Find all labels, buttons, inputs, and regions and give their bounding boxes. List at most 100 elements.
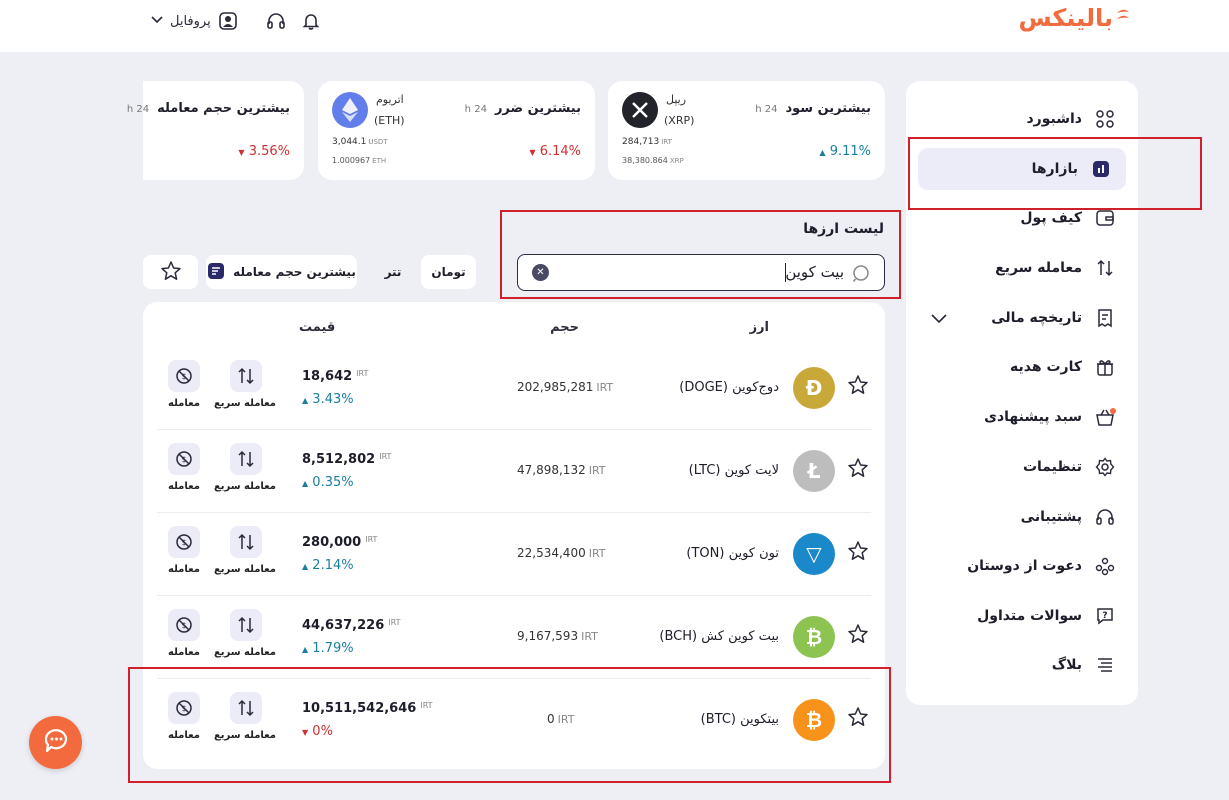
receipt-icon [1094,307,1116,329]
swap-arrows-icon [230,526,262,558]
coin-symbol: (DOGE) [679,380,728,395]
brand-logo[interactable]: بالینکس [1018,4,1113,32]
sidebar-item-label: داشبورد [1026,111,1083,127]
sidebar-item-blog[interactable]: بلاگ [1052,644,1116,686]
svg-text:?: ? [1102,611,1107,621]
star-icon[interactable] [847,540,869,566]
chevron-down-icon [150,12,164,30]
quick-trade-button[interactable]: معامله سریع [214,443,276,492]
card-top-gainer[interactable]: بیشترین سود 24 h ▲ 9.11% ریپل (XRP) 284,7… [608,81,885,180]
quick-trade-label: معامله سریع [213,647,276,658]
sidebar-item-history[interactable]: تاریخچه مالی [991,297,1116,339]
sidebar-item-quick-trade[interactable]: معامله سریع [995,247,1116,289]
coin-change: ▼ 0% [302,724,333,739]
table-row[interactable]: ₿ بیت کوین کش (BCH) 9,167,593 IRT 44,637,… [157,596,871,679]
arrow-up-icon: ▲ [819,148,826,157]
trade-button[interactable]: $ معامله [154,526,214,575]
clear-search-icon[interactable]: ✕ [532,264,549,281]
coin-name-text: تون کوین [728,546,779,561]
swap-arrows-icon [230,692,262,724]
coin-volume-unit: IRT [588,464,606,477]
sort-volume-button[interactable]: بیشترین حجم معامله [206,255,357,289]
sidebar-item-gift-card[interactable]: کارت هدیه [1010,346,1116,388]
sidebar-item-label: بازارها [1031,161,1078,177]
bell-icon[interactable] [300,10,322,32]
star-icon[interactable] [847,623,869,649]
sidebar-item-markets[interactable]: بازارها [918,148,1126,190]
table-row[interactable]: ₿ بیتکوین (BTC) 0 IRT 10,511,542,646 IRT ▼… [157,679,871,762]
card-price-alt-unit: XRP [669,157,684,165]
sidebar-item-wallet[interactable]: کیف پول [1020,197,1116,239]
trade-button[interactable]: $ معامله [154,609,214,658]
sidebar-item-label: تنظیمات [1022,459,1082,475]
sidebar-item-settings[interactable]: تنظیمات [1023,446,1116,488]
coin-volume: 0 IRT [547,712,574,726]
sidebar-item-support[interactable]: پشتیبانی [1021,496,1116,538]
btc-coin-icon: ₿ [793,699,835,741]
quick-trade-button[interactable]: معامله سریع [213,609,276,658]
profile-menu[interactable]: پروفایل [150,10,239,32]
star-icon[interactable] [847,374,869,400]
quick-trade-button[interactable]: معامله سریع [214,360,276,409]
star-icon[interactable] [847,457,869,483]
coin-change-value: 2.14% [312,558,354,573]
no-trade-icon: $ [168,692,200,724]
filter-tether[interactable]: تتر [365,255,421,289]
trade-button[interactable]: $ معامله [154,692,214,741]
card-top-volume[interactable]: بیشترین حجم معامله 24 h ▼ 3.56% [127,81,304,180]
coin-name: تون کوین (TON) [686,546,779,561]
coin-price-value: 280,000 [302,535,362,550]
quick-trade-button[interactable]: معامله سریع [214,526,276,575]
chat-button[interactable] [29,716,82,769]
coin-glyph: ▽ [806,542,822,566]
card-coin-name: ریپل [666,93,687,106]
coin-volume-value: 0 [547,712,555,726]
sidebar-item-dashboard[interactable]: داشبورد [1027,98,1117,140]
card-price-irt: 3,044.1 USDT [332,137,388,147]
search-input[interactable]: بیت کوین ✕ [517,254,885,291]
user-icon [217,10,239,32]
sidebar-item-basket[interactable]: سبد پیشنهادی [984,396,1116,438]
svg-text:$: $ [181,621,186,630]
card-top-loser[interactable]: بیشترین ضرر 24 h ▼ 6.14% اتریوم (ETH) 3,0… [318,81,595,180]
coins-table: ارز حجم قیمت Ð دوج‌کوین (DOGE) 202,985,2… [143,302,885,769]
quick-trade-button[interactable]: معامله سریع [214,692,276,741]
sidebar-item-invite[interactable]: دعوت از دوستان [967,545,1116,587]
card-change-value: 9.11% [829,144,871,159]
coin-volume-unit: IRT [588,547,606,560]
coin-volume: 47,898,132 IRT [517,463,606,477]
card-change: ▲ 9.11% [819,144,871,159]
coin-symbol: (BTC) [700,712,736,727]
table-row[interactable]: ▽ تون کوین (TON) 22,534,400 IRT 280,000 IR… [157,513,871,596]
table-row[interactable]: Ł لایت کوین (LTC) 47,898,132 IRT 8,512,80… [157,430,871,513]
coin-name-text: لایت کوین [724,463,779,478]
headphones-icon[interactable] [265,10,287,32]
sort-volume-label: بیشترین حجم معامله [233,265,356,279]
trade-button[interactable]: $ معامله [154,360,214,409]
star-icon[interactable] [847,706,869,732]
coin-glyph: ₿ [805,707,823,732]
coin-volume-value: 9,167,593 [517,629,579,643]
coin-name-text: بیت کوین کش [701,629,779,644]
coin-name: بیت کوین کش (BCH) [659,629,779,644]
svg-text:$: $ [181,372,186,381]
text-cursor [785,263,786,282]
chevron-down-icon[interactable] [930,310,948,329]
favorites-filter-button[interactable] [143,255,198,289]
filter-toman[interactable]: تومان [421,255,476,289]
sidebar-item-label: دعوت از دوستان [967,558,1082,574]
filter-toman-label: تومان [431,265,466,279]
sidebar-item-label: معامله سریع [995,260,1082,276]
arrow-up-icon: ▲ [302,562,309,571]
sidebar-item-label: سبد پیشنهادی [984,409,1082,425]
table-row[interactable]: Ð دوج‌کوین (DOGE) 202,985,281 IRT 18,642 I… [157,347,871,430]
trade-button[interactable]: $ معامله [154,443,214,492]
coin-volume-value: 47,898,132 [517,463,586,477]
trade-label: معامله [168,647,200,658]
search-value: بیت کوین [785,263,844,281]
coin-change-value: 0.35% [312,475,354,490]
sidebar-item-faq[interactable]: ? سوالات متداول [977,595,1116,637]
header-price: قیمت [299,320,336,335]
svg-text:$: $ [181,704,186,713]
card-title: بیشترین ضرر 24 h [465,101,581,116]
